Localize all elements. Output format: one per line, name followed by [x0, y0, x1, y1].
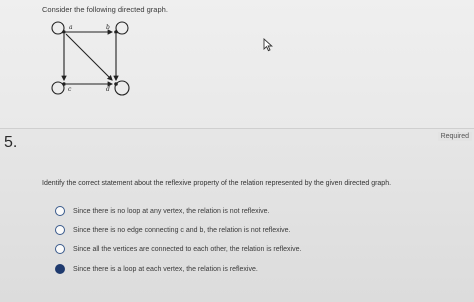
- label-b: b: [106, 24, 110, 31]
- option-3[interactable]: Since all the vertices are connected to …: [55, 242, 375, 256]
- section-divider: [0, 128, 474, 129]
- radio-button[interactable]: [55, 244, 65, 254]
- graph-panel: Consider the following directed graph. a…: [0, 0, 474, 128]
- loop-a: [51, 21, 65, 35]
- loop-b: [115, 21, 129, 35]
- node-d: [114, 82, 118, 86]
- directed-graph: a b c d: [51, 21, 130, 96]
- loop-c: [51, 81, 65, 95]
- radio-button[interactable]: [55, 206, 65, 216]
- label-d: d: [106, 86, 110, 93]
- quiz-page: Consider the following directed graph. a…: [0, 0, 474, 302]
- question-number: 5.: [4, 134, 18, 151]
- option-label: Since all the vertices are connected to …: [73, 245, 302, 253]
- label-a: a: [69, 24, 73, 31]
- node-b: [114, 30, 118, 34]
- edge-a-d: [65, 33, 113, 81]
- radio-button-selected[interactable]: [55, 264, 65, 274]
- option-4[interactable]: Since there is a loop at each vertex, th…: [55, 262, 375, 276]
- mouse-cursor-icon: [263, 38, 273, 52]
- node-c: [62, 82, 66, 86]
- radio-button[interactable]: [55, 225, 65, 235]
- node-a: [62, 30, 66, 34]
- option-1[interactable]: Since there is no loop at any vertex, th…: [55, 204, 375, 218]
- graph-prompt: Consider the following directed graph.: [42, 5, 168, 14]
- option-2[interactable]: Since there is no edge connecting c and …: [55, 223, 375, 237]
- option-label: Since there is no edge connecting c and …: [73, 226, 291, 234]
- option-label: Since there is a loop at each vertex, th…: [73, 265, 258, 273]
- required-badge: Required: [437, 132, 472, 141]
- option-label: Since there is no loop at any vertex, th…: [73, 207, 270, 215]
- label-c: c: [68, 86, 72, 93]
- question-stem: Identify the correct statement about the…: [42, 180, 392, 187]
